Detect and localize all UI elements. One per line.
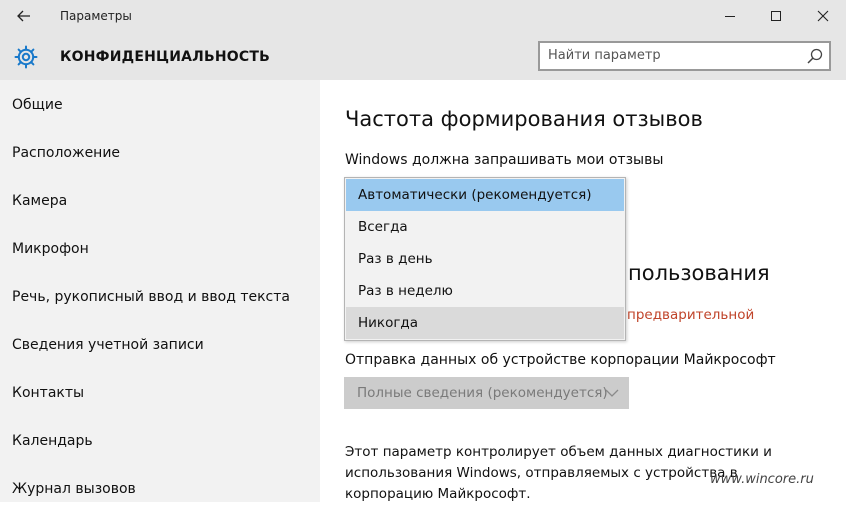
sidebar-item-speech[interactable]: Речь, рукописный ввод и ввод текста bbox=[12, 288, 290, 306]
search-icon[interactable] bbox=[806, 47, 824, 65]
option-never[interactable]: Никогда bbox=[346, 307, 624, 339]
option-once-a-week[interactable]: Раз в неделю bbox=[346, 275, 624, 307]
section-title: КОНФИДЕНЦИАЛЬНОСТЬ bbox=[60, 49, 270, 65]
sidebar-item-general[interactable]: Общие bbox=[12, 96, 63, 114]
watermark: www.wincore.ru bbox=[710, 472, 814, 487]
minimize-button[interactable] bbox=[707, 0, 753, 32]
minimize-icon bbox=[725, 16, 735, 17]
sidebar-item-call-history[interactable]: Журнал вызовов bbox=[12, 480, 136, 498]
sidebar-item-location[interactable]: Расположение bbox=[12, 144, 120, 162]
feedback-frequency-dropdown-list: Автоматически (рекомендуется) Всегда Раз… bbox=[344, 177, 626, 341]
diagnostic-data-value: Полные сведения (рекомендуется) bbox=[357, 385, 608, 401]
preview-link[interactable]: предварительной bbox=[627, 307, 754, 323]
data-sending-label: Отправка данных об устройстве корпорации… bbox=[345, 352, 776, 368]
option-always[interactable]: Всегда bbox=[346, 211, 624, 243]
back-arrow-icon bbox=[17, 10, 30, 22]
sidebar-item-account-info[interactable]: Сведения учетной записи bbox=[12, 336, 204, 354]
search-placeholder: Найти параметр bbox=[548, 48, 661, 63]
usage-heading-partial: пользования bbox=[628, 261, 770, 285]
feedback-label: Windows должна запрашивать мои отзывы bbox=[345, 152, 664, 168]
feedback-heading: Частота формирования отзывов bbox=[345, 107, 703, 131]
maximize-button[interactable] bbox=[753, 0, 799, 32]
maximize-icon bbox=[771, 11, 781, 21]
sidebar-item-microphone[interactable]: Микрофон bbox=[12, 240, 89, 258]
chevron-down-icon bbox=[604, 385, 620, 401]
option-once-a-day[interactable]: Раз в день bbox=[346, 243, 624, 275]
sidebar-item-calendar[interactable]: Календарь bbox=[12, 432, 93, 450]
window-title: Параметры bbox=[60, 9, 132, 23]
back-button[interactable] bbox=[0, 0, 48, 32]
close-icon bbox=[817, 10, 829, 22]
gear-icon bbox=[13, 44, 39, 70]
option-automatic[interactable]: Автоматически (рекомендуется) bbox=[346, 179, 624, 211]
close-button[interactable] bbox=[800, 0, 846, 32]
sidebar-item-contacts[interactable]: Контакты bbox=[12, 384, 84, 402]
sidebar-item-camera[interactable]: Камера bbox=[12, 192, 67, 210]
